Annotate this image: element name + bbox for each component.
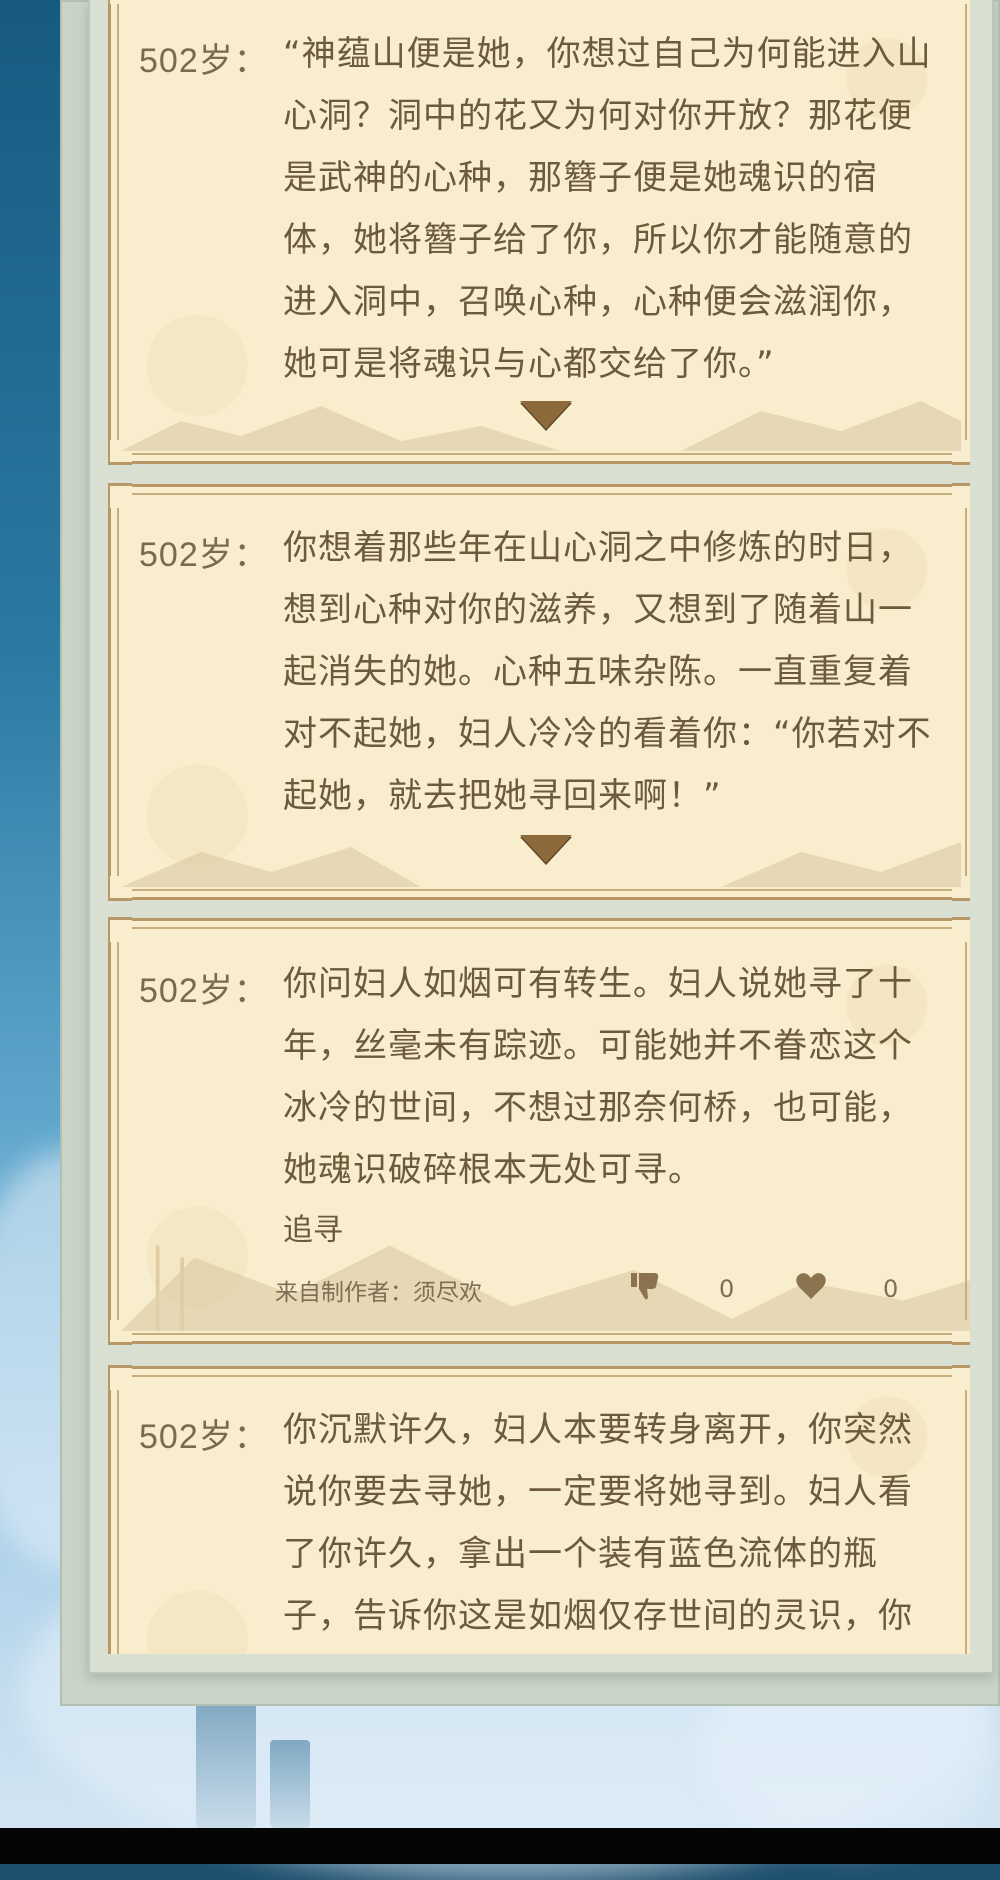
- author-credit: 来自制作者：须尽欢: [275, 1280, 482, 1306]
- event-text: “神蕴山便是她，你想过自己为何能进入山心洞？洞中的花又为何对你开放？那花便是武神…: [283, 34, 932, 384]
- dislike-count: 0: [719, 1275, 735, 1303]
- event-card: 502岁： 你想着那些年在山心洞之中修炼的时日，想到心种对你的滋养，又想到了随着…: [108, 483, 970, 901]
- age-label: 502岁：: [139, 536, 269, 574]
- triangle-down-icon[interactable]: [520, 835, 572, 863]
- event-list[interactable]: 502岁： “神蕴山便是她，你想过自己为何能进入山心洞？洞中的花又为何对你开放？…: [108, 0, 970, 1654]
- event-card: 502岁： 你问妇人如烟可有转生。妇人说她寻了十年，丝毫未有踪迹。可能她并不眷恋…: [108, 917, 970, 1345]
- system-nav-bar: [0, 1828, 1000, 1864]
- hills-decoration: [121, 1245, 970, 1331]
- age-label: 502岁：: [139, 1418, 269, 1456]
- thumbs-down-icon[interactable]: [629, 1271, 661, 1301]
- age-label: 502岁：: [139, 972, 269, 1010]
- event-card: 502岁： “神蕴山便是她，你想过自己为何能进入山心洞？洞中的花又为何对你开放？…: [108, 0, 970, 465]
- event-card: 502岁： 你沉默许久，妇人本要转身离开，你突然说你要去寻她，一定要将她寻到。妇…: [108, 1365, 970, 1654]
- triangle-down-icon[interactable]: [520, 401, 572, 429]
- like-count: 0: [883, 1275, 899, 1303]
- choice-option[interactable]: 追寻: [283, 1205, 343, 1249]
- event-text: 你想着那些年在山心洞之中修炼的时日，想到心种对你的滋养，又想到了随着山一起消失的…: [283, 528, 932, 816]
- event-text: 你沉默许久，妇人本要转身离开，你突然说你要去寻她，一定要将她寻到。妇人看了你许久…: [283, 1410, 913, 1636]
- age-label: 502岁：: [139, 42, 269, 80]
- heart-icon[interactable]: [795, 1271, 827, 1301]
- event-text: 你问妇人如烟可有转生。妇人说她寻了十年，丝毫未有踪迹。可能她并不眷恋这个冰冷的世…: [283, 964, 913, 1190]
